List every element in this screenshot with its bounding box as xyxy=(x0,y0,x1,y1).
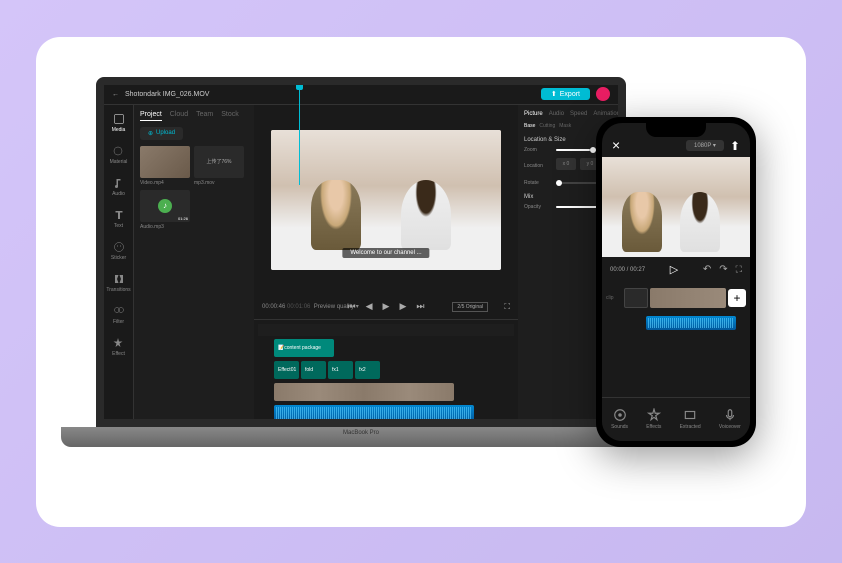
laptop-base xyxy=(61,427,661,447)
timeline[interactable]: 📝 content package Effect01 fold fx1 fx2 xyxy=(254,319,518,419)
export-icon[interactable]: ⬆ xyxy=(730,139,740,153)
audio-clip[interactable] xyxy=(646,316,736,330)
project-title: Shotondark IMG_026.MOV xyxy=(125,91,535,98)
caption-overlay[interactable]: Welcome to our channel ... xyxy=(342,248,429,258)
prev-frame-icon[interactable]: ◀ xyxy=(366,301,373,312)
nav-extracted[interactable]: Extracted xyxy=(680,408,701,430)
audio-clip[interactable] xyxy=(274,405,474,423)
sidebar-item-text[interactable]: Text xyxy=(113,209,125,229)
aspect-ratio-badge[interactable]: 2/5 Original xyxy=(452,302,488,312)
mobile-toolbar: Sounds Effects Extracted Voiceover xyxy=(602,397,750,441)
mobile-time: 00:00 / 00:27 xyxy=(610,267,645,273)
effect-clip[interactable]: fx2 xyxy=(355,361,380,379)
inspector-tab-speed[interactable]: Speed xyxy=(570,111,587,117)
sidebar-item-sticker[interactable]: Sticker xyxy=(111,241,126,261)
play-icon[interactable]: ▷ xyxy=(670,263,678,276)
sidebar-item-filter[interactable]: Filter xyxy=(113,305,125,325)
text-clip[interactable]: 📝 content package xyxy=(274,339,334,357)
video-clip[interactable] xyxy=(274,383,454,401)
media-panel: Project Cloud Team Stock ⊕ Upload Video.… xyxy=(134,105,254,419)
cover-clip[interactable] xyxy=(624,288,648,308)
nav-sounds[interactable]: Sounds xyxy=(611,408,628,430)
subtab-base[interactable]: Base xyxy=(524,123,535,129)
subtab-mask[interactable]: Mask xyxy=(559,123,571,129)
export-button[interactable]: ⬆ Export xyxy=(541,88,590,100)
tab-stock[interactable]: Stock xyxy=(221,111,239,121)
tab-cloud[interactable]: Cloud xyxy=(170,111,188,121)
next-frame-icon[interactable]: ▶ xyxy=(399,301,406,312)
effect-clip[interactable]: Effect01 xyxy=(274,361,299,379)
tab-project[interactable]: Project xyxy=(140,111,162,121)
playback-controls: 00:00:46 00:01:06 Preview quality ▾ ⏮ ◀ … xyxy=(254,295,518,319)
inspector-tab-audio[interactable]: Audio xyxy=(549,111,564,117)
inspector-tab-picture[interactable]: Picture xyxy=(524,111,543,117)
upload-button[interactable]: ⊕ Upload xyxy=(140,127,183,140)
video-clip[interactable] xyxy=(650,288,726,308)
fullscreen-icon[interactable]: ⛶ xyxy=(736,264,742,275)
music-icon: ♪ xyxy=(158,199,172,213)
mobile-timeline[interactable]: clip + xyxy=(602,283,750,343)
video-preview[interactable]: Welcome to our channel ... xyxy=(254,105,518,295)
sidebar-item-material[interactable]: Material xyxy=(110,145,128,165)
effect-clip[interactable]: fold xyxy=(301,361,326,379)
sidebar-item-transitions[interactable]: Transitions xyxy=(106,273,130,293)
media-thumbnail-uploading[interactable]: 上传了76% xyxy=(194,146,244,178)
tab-team[interactable]: Team xyxy=(196,111,213,121)
add-clip-button[interactable]: + xyxy=(728,289,746,307)
undo-icon[interactable]: ↶ xyxy=(703,264,711,275)
mobile-preview[interactable] xyxy=(602,157,750,257)
redo-icon[interactable]: ↷ xyxy=(719,264,727,275)
back-arrow-icon[interactable]: ← xyxy=(112,91,119,98)
subtab-cutting[interactable]: Cutting xyxy=(539,123,555,129)
tool-sidebar: Media Material Audio Text Sticker Transi… xyxy=(104,105,134,419)
fullscreen-icon[interactable]: ⛶ xyxy=(504,302,510,312)
user-avatar[interactable] xyxy=(596,87,610,101)
playhead[interactable] xyxy=(299,85,300,185)
sidebar-item-audio[interactable]: Audio xyxy=(112,177,125,197)
location-x-input[interactable]: x 0 xyxy=(556,158,576,170)
time-display: 00:00:46 00:01:06 Preview quality ▾ xyxy=(262,303,359,310)
sidebar-item-effect[interactable]: Effect xyxy=(112,337,125,357)
nav-voiceover[interactable]: Voiceover xyxy=(719,408,741,430)
timeline-ruler[interactable] xyxy=(258,324,514,336)
inspector-tab-animation[interactable]: Animation xyxy=(593,111,620,117)
close-icon[interactable]: × xyxy=(612,137,620,153)
play-icon[interactable]: ▶ xyxy=(383,301,390,312)
media-thumbnail[interactable] xyxy=(140,146,190,178)
resolution-button[interactable]: 1080P ▾ xyxy=(686,140,724,151)
phone-mockup: × 1080P ▾ ⬆ 00:00 / 00:27 ▷ ↶ ↷ ⛶ xyxy=(596,117,756,447)
skip-end-icon[interactable]: ⏭ xyxy=(416,301,424,312)
app-titlebar: ← Shotondark IMG_026.MOV ⬆ Export xyxy=(104,85,618,105)
media-thumbnail-audio[interactable]: ♪01:26 xyxy=(140,190,190,222)
effect-clip[interactable]: fx1 xyxy=(328,361,353,379)
nav-effects[interactable]: Effects xyxy=(646,408,661,430)
sidebar-item-media[interactable]: Media xyxy=(112,113,126,133)
